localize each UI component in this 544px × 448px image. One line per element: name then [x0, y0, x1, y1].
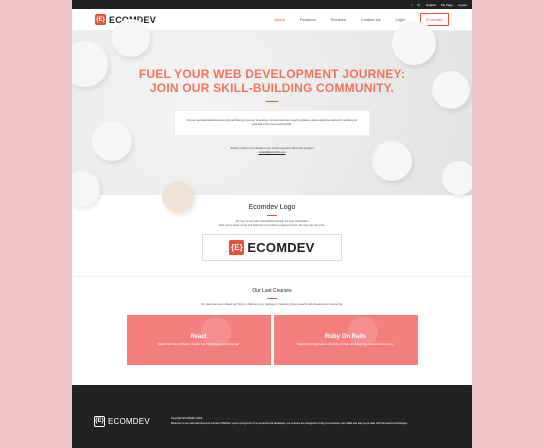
- nav-item-contact-us[interactable]: Contact Us: [361, 17, 381, 22]
- nav-item-reviews[interactable]: Reviews: [331, 17, 346, 22]
- nav-item-about[interactable]: About: [274, 17, 284, 22]
- twitter-icon[interactable]: 🐦: [417, 3, 421, 7]
- course-card-desc: Master the Power of React: Unleash Your …: [158, 342, 239, 346]
- footer-description: Welcome to our web development courses! …: [170, 422, 408, 425]
- hero-title: FUEL YOUR WEB DEVELOPMENT JOURNEY: JOIN …: [72, 31, 472, 95]
- courses-title: Our Last Courses: [252, 288, 292, 294]
- nav-item-login[interactable]: Login: [396, 17, 406, 22]
- courses-subtitle: Our latest courses in React and Ruby on …: [200, 303, 344, 306]
- page: f 🐦 English My Page Logout {E} ECOMDEV A…: [72, 0, 472, 448]
- logo-icon: {E}: [229, 240, 245, 255]
- hero-title-line1: FUEL YOUR WEB DEVELOPMENT JOURNEY:: [138, 67, 406, 81]
- logo-icon[interactable]: {E}: [95, 14, 106, 25]
- top-bar: f 🐦 English My Page Logout: [72, 0, 472, 9]
- logo-showcase: {E} ECOMDEV: [202, 234, 342, 261]
- logo-section-text-line2: After online public voting and Selection…: [218, 224, 326, 227]
- hero-divider: [266, 101, 278, 102]
- logo-section: Ecomdev Logo The logo of ecomdev was dec…: [72, 195, 472, 276]
- hero-email-link[interactable]: contact@ecomdev.com: [72, 151, 472, 154]
- course-card-ruby-on-rails[interactable]: Ruby On Rails Building Web Applications …: [273, 315, 418, 365]
- logo-section-divider: [267, 215, 277, 216]
- course-card-title: Ruby On Rails: [324, 333, 366, 340]
- footer: {E} ECOMDEV Copyright ECOMDEV 2023. Welc…: [72, 385, 472, 448]
- facebook-icon[interactable]: f: [412, 3, 413, 7]
- topbar-link-logout[interactable]: Logout: [458, 3, 467, 7]
- hero-title-line2: JOIN OUR SKILL-BUILDING COMMUNITY.: [149, 81, 395, 95]
- decorative-circle: [162, 181, 194, 213]
- hero-section: FUEL YOUR WEB DEVELOPMENT JOURNEY: JOIN …: [72, 19, 472, 213]
- footer-text: Copyright ECOMDEV 2023. Welcome to our w…: [171, 416, 408, 426]
- decorative-circle: [92, 121, 132, 161]
- nav-item-features[interactable]: Features: [300, 17, 316, 22]
- decorative-circle: [442, 161, 472, 195]
- course-card-desc: Building Web Applications with Ruby on R…: [297, 342, 394, 346]
- course-cards: React Master the Power of React: Unleash…: [126, 315, 418, 365]
- courses-section: Our Last Courses Our latest courses in R…: [72, 276, 472, 385]
- topbar-link-english[interactable]: English: [426, 3, 436, 7]
- logo-text: ECOMDEV: [247, 240, 315, 255]
- hero-contact-text: Please contact us per Email for any furt…: [230, 147, 314, 150]
- topbar-link-my-page[interactable]: My Page: [441, 3, 453, 7]
- footer-logo-text[interactable]: ECOMDEV: [108, 417, 150, 426]
- logo-section-title: Ecomdev Logo: [248, 204, 296, 211]
- footer-logo-icon[interactable]: {E}: [94, 415, 105, 427]
- hero-card-text: Join our web development community and f…: [186, 119, 358, 126]
- logo-section-text: The logo of ecomdev was decided through …: [72, 220, 472, 228]
- course-card-title: React: [190, 333, 207, 340]
- course-card-react[interactable]: React Master the Power of React: Unleash…: [126, 315, 271, 365]
- hero-card: Join our web development community and f…: [174, 110, 370, 136]
- courses-divider: [267, 298, 277, 299]
